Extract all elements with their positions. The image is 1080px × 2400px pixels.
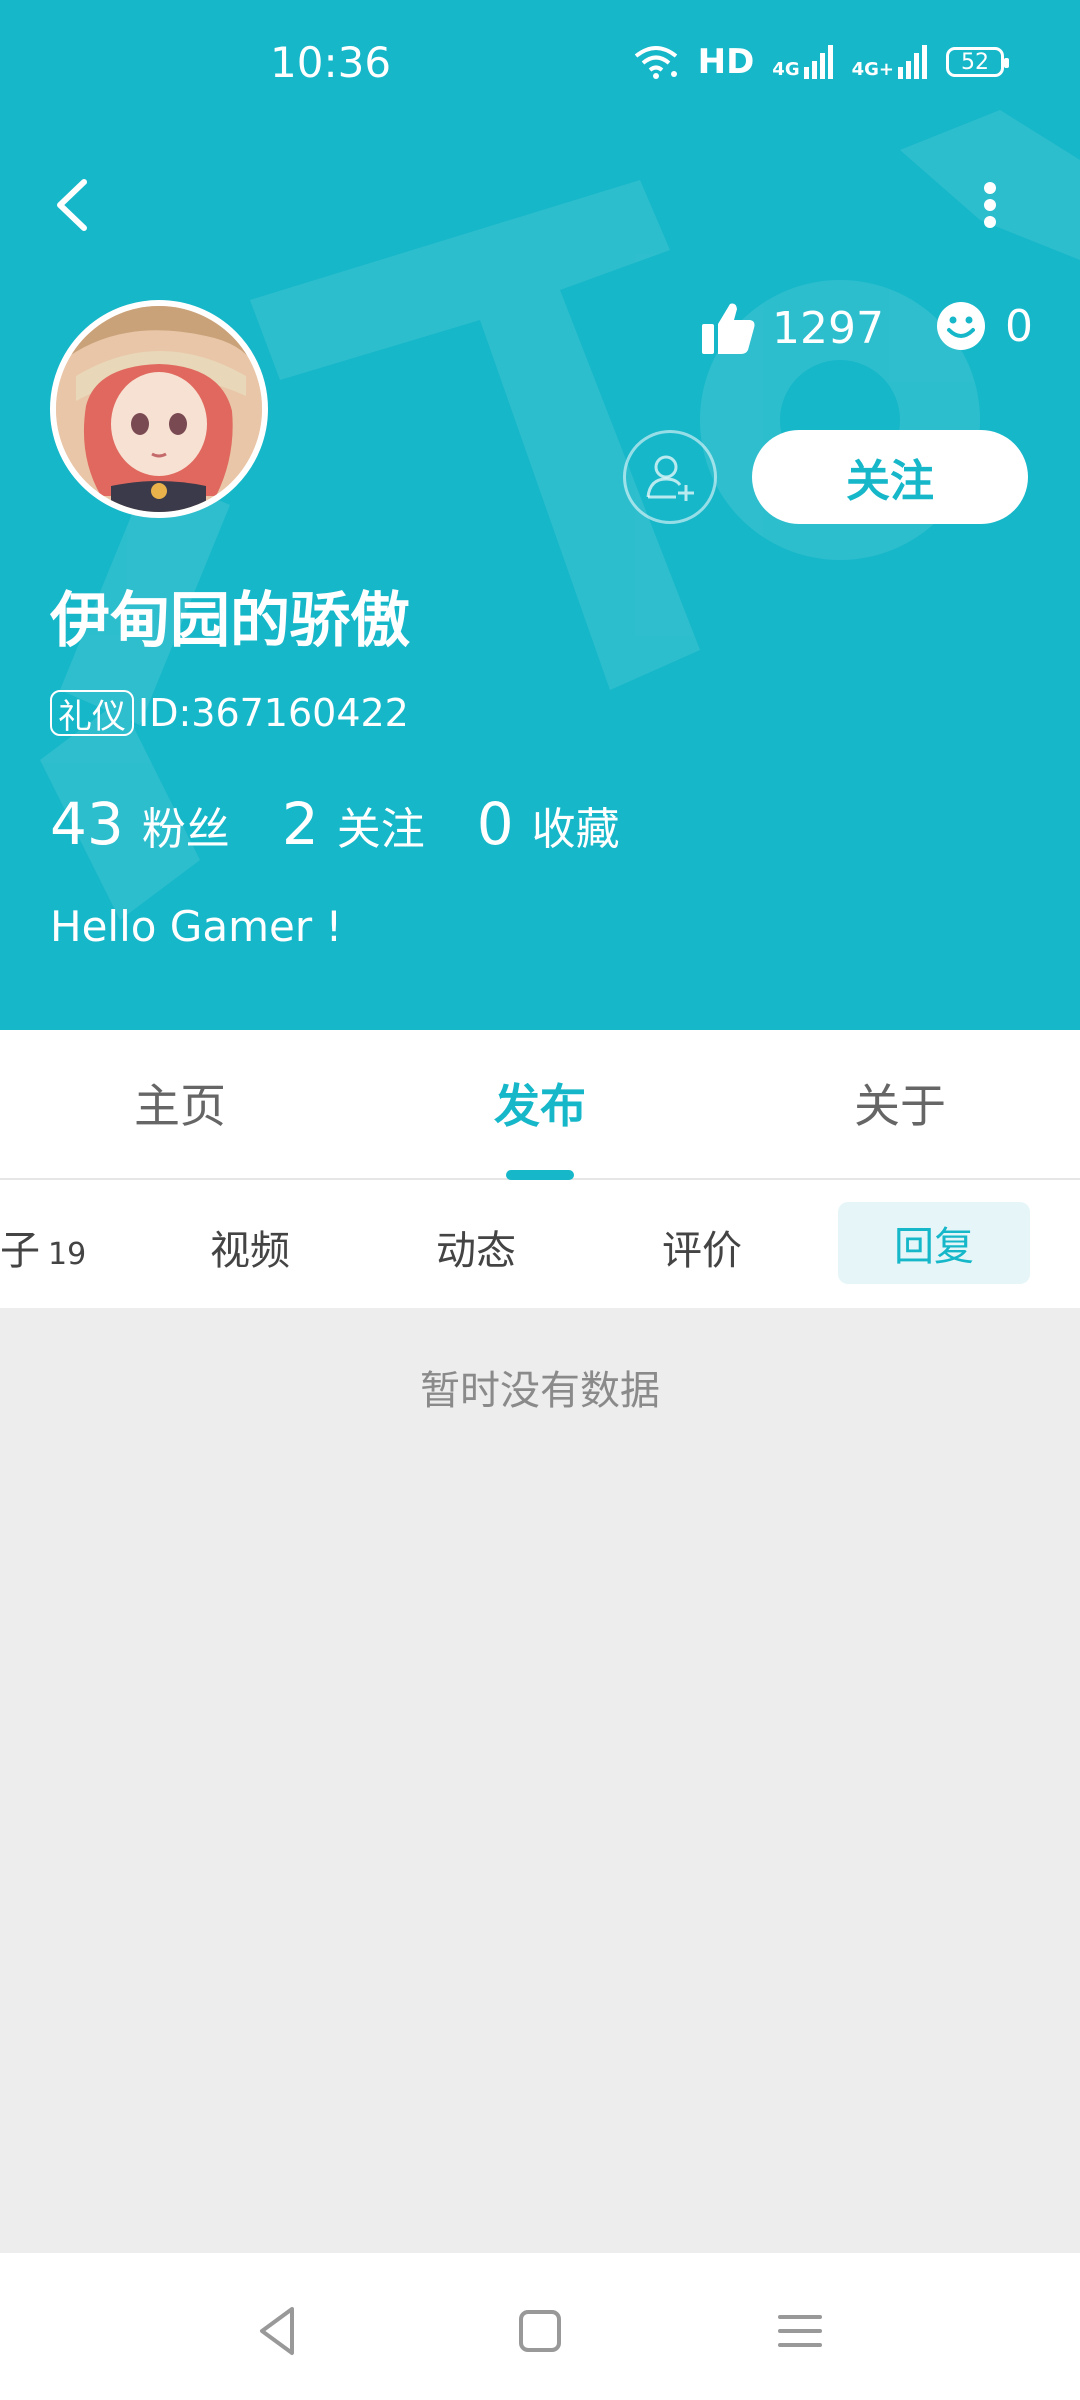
add-user-icon [646,455,694,501]
battery-icon: 52 [946,47,1009,77]
profile-stats: 43 粉丝 2 关注 0 收藏 [50,790,672,858]
hd-label: HD [697,42,755,82]
smiles-count: 0 [1005,300,1033,352]
etiquette-badge[interactable]: 礼仪 [50,690,134,737]
back-arrow-icon [57,179,87,231]
stat-number: 2 [281,790,319,858]
stat-following[interactable]: 2 关注 [282,790,425,858]
active-tab-indicator [506,1170,574,1180]
nav-back-button[interactable] [250,2301,310,2361]
more-vertical-icon [984,182,996,228]
back-button[interactable] [48,170,98,240]
home-square-icon [519,2310,561,2352]
subtab-replies[interactable]: 回复 [838,1202,1030,1284]
battery-level: 52 [961,49,989,75]
follow-button[interactable]: 关注 [752,430,1028,524]
main-tabs: 主页 发布 关于 [0,1030,1080,1180]
status-time: 10:36 [270,38,392,87]
smiles-counter[interactable]: 0 [935,300,1033,352]
id-row: 礼仪 ID:367160422 [50,690,409,737]
signal-2: 4G+ [852,45,928,79]
subtab-label: 帖子 [0,1228,40,1274]
avatar[interactable] [50,300,268,518]
bio: Hello Gamer ! [50,902,343,951]
thumbs-up-icon [702,303,755,354]
add-friend-button[interactable] [623,430,717,524]
stat-label: 粉丝 [141,804,230,855]
system-nav-bar [0,2253,1080,2400]
subtab-moments[interactable]: 动态 [436,1218,516,1276]
sub-tabs: 帖子19 视频 动态 评价 回复 [0,1180,1080,1308]
network-type-2: 4G+ [851,59,894,80]
subtab-videos[interactable]: 视频 [210,1218,290,1276]
network-type-1: 4G [772,59,800,80]
content-area: 暂时没有数据 [0,1308,1080,2253]
status-bar: 10:36 HD 4G 4G+ 52 [0,0,1080,130]
likes-counter[interactable]: 1297 [700,300,884,356]
tab-publish[interactable]: 发布 [360,1070,720,1136]
subtab-posts[interactable]: 帖子19 [0,1218,86,1276]
tab-home[interactable]: 主页 [0,1070,360,1136]
signal-icon [803,45,833,79]
likes-count: 1297 [772,302,884,354]
stat-number: 43 [50,790,124,858]
more-button[interactable] [960,170,1020,240]
subtab-count: 19 [48,1237,87,1272]
stat-followers[interactable]: 43 粉丝 [50,790,230,858]
signal-1: 4G [772,45,833,79]
profile-header: 10:36 HD 4G 4G+ 52 1297 0 关注 伊甸园的骄傲 礼仪 I… [0,0,1080,1030]
smile-icon [937,302,985,350]
stat-favorites[interactable]: 0 收藏 [477,790,620,858]
empty-state-text: 暂时没有数据 [420,1368,660,1414]
nav-home-button[interactable] [510,2301,570,2361]
nav-menu-button[interactable] [770,2301,830,2361]
signal-icon [898,45,927,79]
user-id: ID:367160422 [138,691,409,735]
stat-label: 关注 [336,804,425,855]
menu-lines-icon [778,2315,822,2347]
stat-label: 收藏 [531,804,620,855]
back-triangle-icon [260,2307,294,2355]
tab-about[interactable]: 关于 [720,1070,1080,1136]
stat-number: 0 [476,790,514,858]
subtab-reviews[interactable]: 评价 [662,1218,742,1276]
avatar-image [56,306,262,512]
wifi-icon [634,46,677,79]
username: 伊甸园的骄傲 [50,586,410,656]
status-icons: HD 4G 4G+ 52 [632,42,1009,82]
